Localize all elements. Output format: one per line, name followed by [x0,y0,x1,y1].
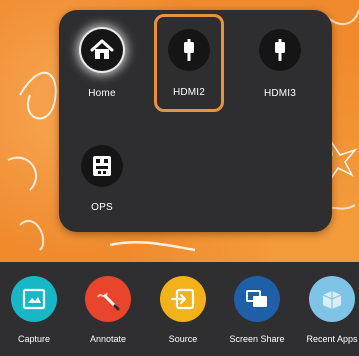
screen-share-icon [234,276,280,322]
hdmi-icon [168,29,210,71]
source-tile-hdmi3[interactable]: HDMI3 [245,14,315,112]
annotate-icon [85,276,131,322]
source-tile-ops[interactable]: OPS [67,134,137,232]
dock-item-label: Source [168,334,198,344]
dock-capture-button[interactable]: Capture [2,276,66,344]
dock-item-label: Screen Share [229,334,285,344]
dock-item-label: Capture [17,334,51,344]
dock-screen-share-button[interactable]: Screen Share [225,276,289,344]
ops-icon [81,145,123,187]
source-tile-label: HDMI2 [172,87,206,98]
source-icon [160,276,206,322]
source-popup-panel: Home HDMI2 HDMI3 OPS [59,10,332,232]
capture-icon [11,276,57,322]
source-tile-hdmi2[interactable]: HDMI2 [154,14,224,112]
source-tile-home[interactable]: Home [67,14,137,112]
dock-annotate-button[interactable]: Annotate [76,276,140,344]
dock-source-button[interactable]: Source [151,276,215,344]
source-tile-label: HDMI3 [263,88,297,99]
bottom-dock: Capture Annotate Source Screen Share Rec… [0,262,359,356]
recent-apps-icon [309,276,355,322]
hdmi-icon [259,29,301,71]
source-tile-label: OPS [91,202,113,213]
dock-item-label: Recent Apps [306,334,358,344]
dock-recent-apps-button[interactable]: Recent Apps [300,276,359,344]
home-icon [81,29,123,71]
source-tile-label: Home [88,88,116,99]
dock-item-label: Annotate [89,334,127,344]
